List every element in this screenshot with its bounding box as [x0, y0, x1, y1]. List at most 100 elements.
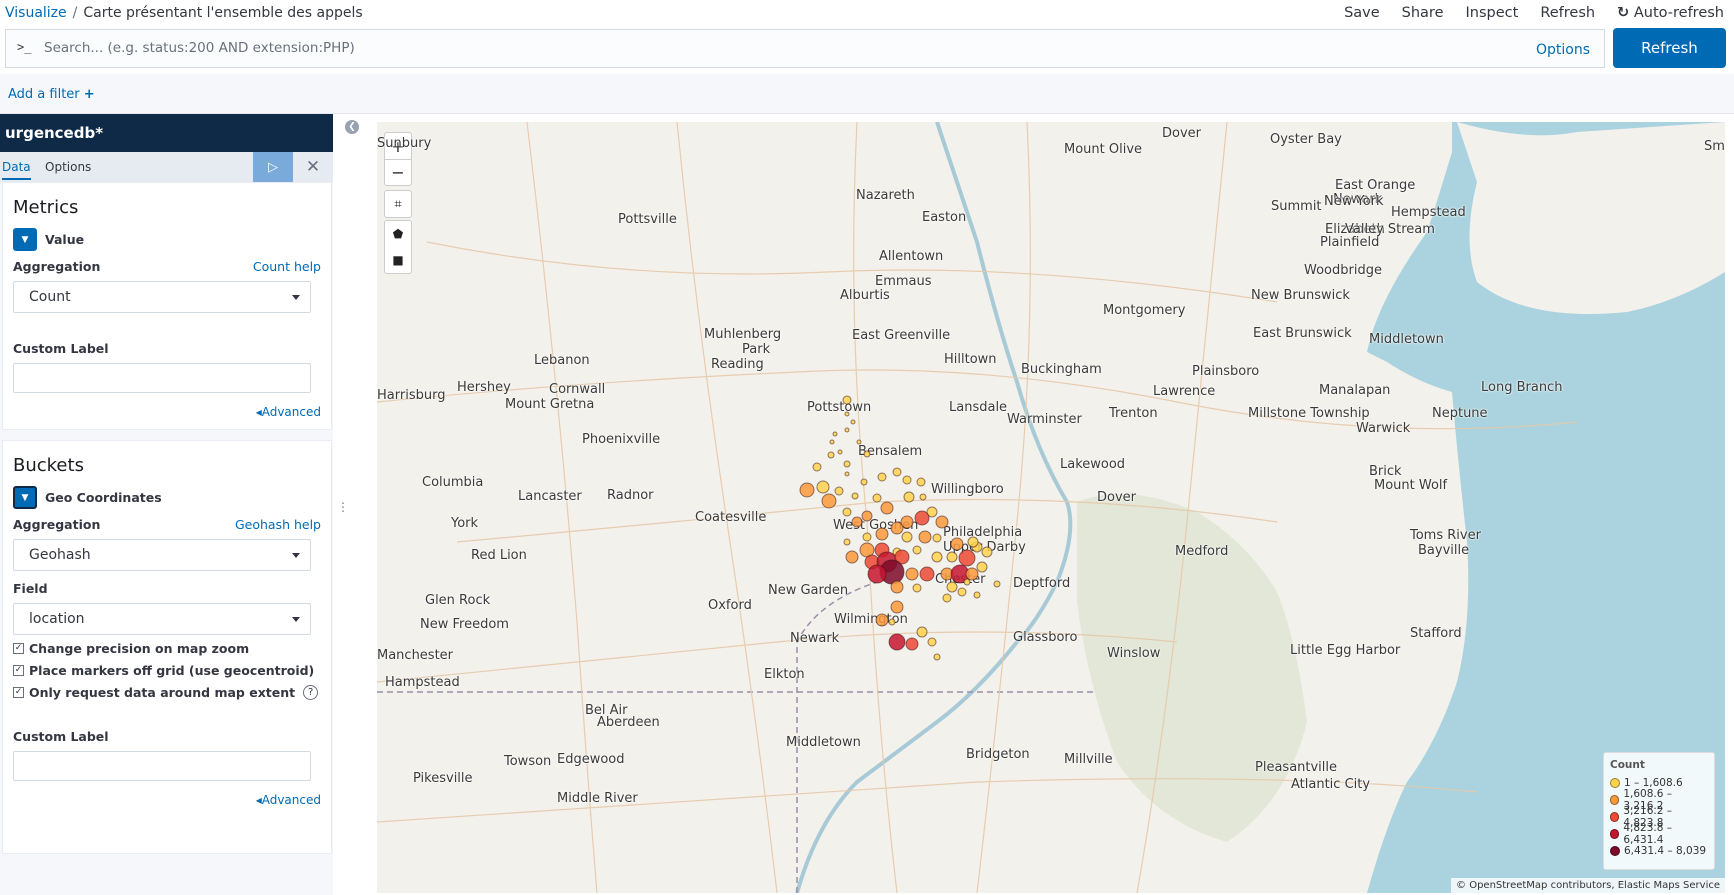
- geohash-marker[interactable]: [844, 427, 850, 433]
- geohash-marker[interactable]: [919, 566, 935, 582]
- geocentroid-checkbox[interactable]: ✓ Place markers off grid (use geocentroid…: [13, 663, 314, 678]
- geohash-marker[interactable]: [946, 581, 958, 593]
- save-link[interactable]: Save: [1344, 5, 1380, 21]
- inspect-link[interactable]: Inspect: [1466, 5, 1519, 21]
- geohash-marker[interactable]: [976, 561, 988, 573]
- geohash-marker[interactable]: [914, 510, 930, 526]
- geohash-marker[interactable]: [812, 462, 822, 472]
- geohash-marker[interactable]: [890, 600, 904, 614]
- geohash-marker[interactable]: [867, 564, 887, 584]
- chevron-down-icon[interactable]: ▼: [13, 486, 37, 509]
- bucket-custom-label-input[interactable]: [13, 751, 311, 781]
- geohash-marker[interactable]: [888, 633, 906, 651]
- geohash-marker[interactable]: [850, 419, 856, 425]
- refresh-link[interactable]: Refresh: [1540, 5, 1595, 21]
- geohash-marker[interactable]: [916, 626, 928, 638]
- map-attribution[interactable]: © OpenStreetMap contributors, Elastic Ma…: [1451, 878, 1725, 893]
- geohash-marker[interactable]: [950, 537, 964, 551]
- map-extent-checkbox[interactable]: ✓ Only request data around map extent?: [13, 685, 319, 700]
- geohash-marker[interactable]: [827, 451, 835, 459]
- bucket-advanced-toggle-link[interactable]: ◂Advanced: [256, 793, 321, 807]
- geohash-marker[interactable]: [916, 477, 926, 487]
- search-options-button[interactable]: Options: [1536, 42, 1590, 58]
- count-help-link[interactable]: Count help: [253, 259, 321, 274]
- geohash-marker[interactable]: [902, 475, 912, 485]
- checkbox-checked-icon[interactable]: ✓: [13, 687, 24, 698]
- breadcrumb-visualize-link[interactable]: Visualize: [5, 5, 67, 21]
- geohash-marker[interactable]: [829, 439, 835, 445]
- share-link[interactable]: Share: [1402, 5, 1444, 21]
- geohash-marker[interactable]: [932, 533, 942, 543]
- geohash-marker[interactable]: [834, 486, 844, 496]
- geohash-marker[interactable]: [919, 493, 927, 501]
- geohash-marker[interactable]: [842, 395, 852, 405]
- geohash-marker[interactable]: [832, 431, 838, 437]
- geohash-marker[interactable]: [843, 460, 851, 468]
- geohash-marker[interactable]: [821, 493, 837, 509]
- geohash-marker[interactable]: [918, 530, 932, 544]
- geohash-marker[interactable]: [877, 472, 887, 482]
- geohash-marker[interactable]: [965, 567, 979, 581]
- geohash-marker[interactable]: [851, 516, 863, 528]
- geohash-marker[interactable]: [981, 546, 993, 558]
- geohash-marker[interactable]: [843, 538, 851, 546]
- geohash-marker[interactable]: [888, 618, 896, 626]
- geohash-marker[interactable]: [844, 471, 850, 477]
- geohash-marker[interactable]: [863, 450, 871, 458]
- geohash-marker[interactable]: [872, 493, 882, 503]
- geohash-marker[interactable]: [912, 583, 922, 593]
- geohash-marker[interactable]: [905, 567, 919, 581]
- add-filter-button[interactable]: Add a filter +: [8, 87, 95, 102]
- geohash-marker[interactable]: [816, 480, 830, 494]
- aggregation-select[interactable]: Count: [13, 281, 311, 313]
- geohash-help-link[interactable]: Geohash help: [235, 517, 321, 532]
- resize-handle-icon[interactable]: ⋮: [337, 500, 349, 514]
- geohash-marker[interactable]: [973, 591, 981, 599]
- advanced-toggle-link[interactable]: ◂Advanced: [256, 405, 321, 419]
- apply-changes-button[interactable]: ▷: [253, 152, 293, 182]
- geohash-marker[interactable]: [901, 531, 913, 543]
- geohash-marker[interactable]: [799, 482, 815, 498]
- checkbox-checked-icon[interactable]: ✓: [13, 665, 24, 676]
- geohash-marker[interactable]: [842, 507, 852, 517]
- geohash-marker[interactable]: [892, 467, 902, 477]
- precision-checkbox[interactable]: ✓ Change precision on map zoom: [13, 641, 249, 656]
- search-input[interactable]: Search... (e.g. status:200 AND extension…: [44, 40, 355, 56]
- collapse-sidebar-icon[interactable]: ❮: [345, 120, 359, 134]
- chevron-down-icon[interactable]: ▼: [13, 228, 37, 251]
- geohash-marker[interactable]: [861, 510, 873, 522]
- geohash-marker[interactable]: [844, 411, 850, 417]
- geohash-marker[interactable]: [933, 653, 941, 661]
- geohash-marker[interactable]: [931, 551, 943, 563]
- auto-refresh-link[interactable]: ↻ Auto-refresh: [1617, 5, 1724, 21]
- geohash-marker[interactable]: [856, 439, 862, 445]
- geohash-marker[interactable]: [912, 545, 922, 555]
- geohash-marker[interactable]: [946, 551, 958, 563]
- geohash-marker[interactable]: [880, 501, 894, 515]
- custom-label-input[interactable]: [13, 363, 311, 393]
- search-bar[interactable]: >_ Search... (e.g. status:200 AND extens…: [5, 29, 1605, 68]
- discard-changes-button[interactable]: ✕: [298, 152, 328, 182]
- geohash-marker[interactable]: [942, 593, 952, 603]
- geohash-marker[interactable]: [963, 578, 971, 586]
- map-canvas[interactable]: + − ⌗ ⬟ ■ Sunbury Mount Olive Dover Oyster …: [377, 122, 1725, 893]
- refresh-button[interactable]: Refresh: [1613, 28, 1726, 68]
- geohash-marker[interactable]: [903, 491, 915, 503]
- geohash-marker[interactable]: [900, 515, 914, 529]
- geohash-marker[interactable]: [958, 549, 976, 567]
- geohash-marker[interactable]: [862, 532, 872, 542]
- geohash-marker[interactable]: [875, 527, 889, 541]
- tab-options[interactable]: Options: [45, 160, 91, 174]
- question-mark-icon[interactable]: ?: [303, 685, 319, 700]
- tab-data[interactable]: Data: [2, 160, 31, 180]
- geohash-marker[interactable]: [845, 550, 859, 564]
- geohash-marker[interactable]: [905, 637, 919, 651]
- bucket-aggregation-select[interactable]: Geohash: [13, 539, 311, 571]
- geohash-marker[interactable]: [967, 536, 979, 548]
- geohash-marker[interactable]: [860, 478, 868, 486]
- geohash-marker[interactable]: [957, 587, 967, 597]
- geohash-marker[interactable]: [890, 580, 904, 594]
- geohash-marker[interactable]: [935, 515, 949, 529]
- field-select[interactable]: location: [13, 603, 311, 635]
- geohash-marker[interactable]: [851, 492, 859, 500]
